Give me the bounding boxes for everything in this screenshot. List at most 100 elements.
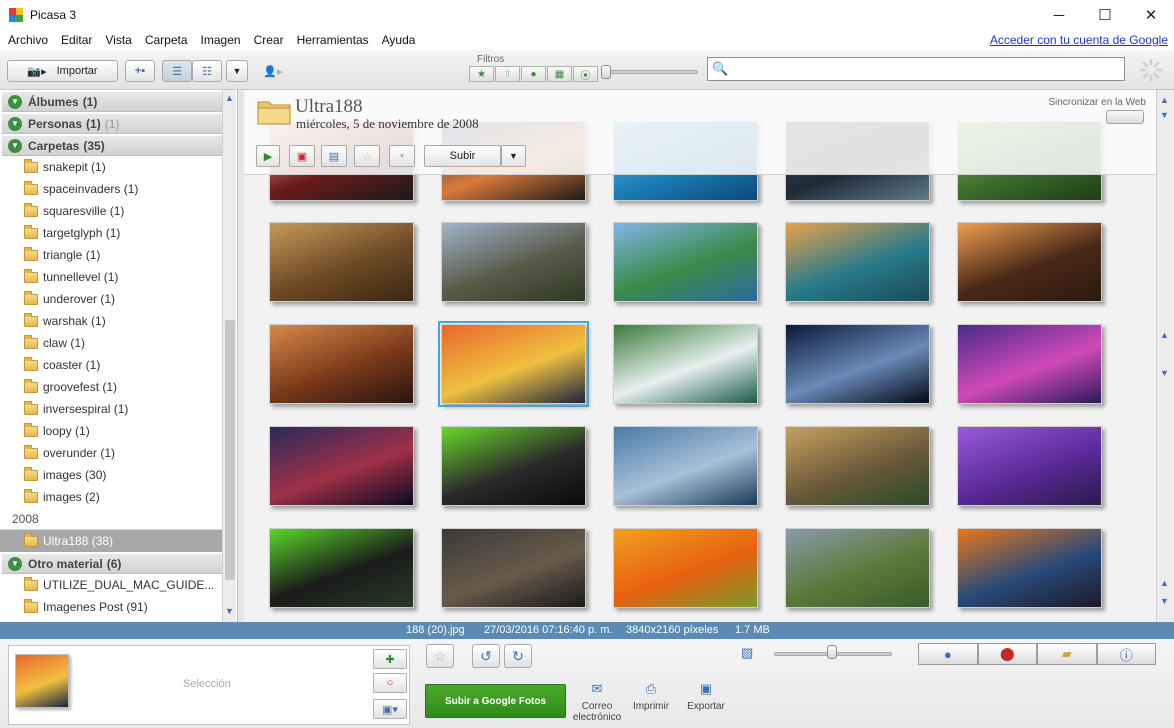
photo-thumbnail[interactable]: [957, 426, 1102, 506]
slideshow-play-button[interactable]: ▶: [256, 145, 280, 167]
photo-thumbnail[interactable]: [957, 222, 1102, 302]
menu-crear[interactable]: Crear: [254, 33, 284, 47]
scroll-up-icon[interactable]: ▲: [1160, 578, 1169, 588]
sidebar-folder-item[interactable]: UTILIZE_DUAL_MAC_GUIDE...: [0, 574, 222, 596]
filter-geotagged-button[interactable]: ⦿: [573, 66, 598, 82]
photo-thumbnail[interactable]: [441, 426, 586, 506]
filter-slider-track[interactable]: [604, 70, 698, 74]
save-album-button[interactable]: ▪: [389, 145, 415, 167]
rotate-right-button[interactable]: ↻: [504, 644, 532, 668]
scroll-up-icon[interactable]: ▲: [1160, 330, 1169, 340]
web-sync-toggle[interactable]: [1106, 110, 1144, 124]
places-tab[interactable]: ⬤: [977, 643, 1037, 665]
sidebar-folder-item[interactable]: overunder (1): [0, 442, 222, 464]
sidebar-folder-item[interactable]: squaresville (1): [0, 200, 222, 222]
main-scrollbar[interactable]: ▲ ▼ ▲ ▼ ▲ ▼: [1156, 90, 1174, 622]
photo-thumbnail[interactable]: [613, 324, 758, 404]
hold-selection-button[interactable]: ✚: [373, 649, 407, 669]
filter-uploaded-button[interactable]: ⇧: [495, 66, 520, 82]
people-tab[interactable]: ●: [918, 643, 978, 665]
view-options-dropdown[interactable]: ▼: [226, 60, 248, 82]
photo-thumbnail[interactable]: [613, 222, 758, 302]
rotate-left-button[interactable]: ↺: [472, 644, 500, 668]
filter-starred-button[interactable]: ★: [469, 66, 494, 82]
upload-google-photos-button[interactable]: Subir a Google Fotos: [425, 684, 566, 718]
add-to-album-tray-button[interactable]: ▣▾: [373, 699, 407, 719]
sidebar-folder-item[interactable]: triangle (1): [0, 244, 222, 266]
sidebar-folder-item[interactable]: loopy (1): [0, 420, 222, 442]
star-photo-button[interactable]: ☆: [426, 644, 454, 668]
sidebar-folder-item[interactable]: targetglyph (1): [0, 222, 222, 244]
collapse-toggle-icon[interactable]: ▼: [8, 116, 22, 131]
clear-selection-button[interactable]: ○: [373, 673, 407, 693]
search-input[interactable]: [730, 59, 1120, 79]
star-album-button[interactable]: ☆: [354, 145, 380, 167]
sidebar-folder-item[interactable]: images (2): [0, 486, 222, 508]
photo-thumbnail[interactable]: [785, 528, 930, 608]
collapse-toggle-icon[interactable]: ▼: [8, 94, 22, 109]
other-section-header[interactable]: ▼ Otro material (6): [2, 554, 222, 574]
menu-herramientas[interactable]: Herramientas: [297, 33, 369, 47]
scroll-up-icon[interactable]: ▲: [225, 93, 234, 103]
filter-slider-knob[interactable]: [601, 65, 611, 79]
upload-button[interactable]: Subir: [424, 145, 501, 167]
photo-thumbnail[interactable]: [957, 528, 1102, 608]
scroll-down-icon[interactable]: ▼: [1160, 596, 1169, 606]
albums-section-header[interactable]: ▼ Álbumes (1): [2, 92, 222, 112]
sidebar-folder-item[interactable]: images (30): [0, 464, 222, 486]
properties-tab[interactable]: ⓘ: [1096, 643, 1156, 665]
sidebar-folder-item[interactable]: tunnellevel (1): [0, 266, 222, 288]
filter-people-button[interactable]: ●: [521, 66, 546, 82]
view-list-button[interactable]: ☰: [162, 60, 192, 82]
photo-thumbnail[interactable]: [441, 528, 586, 608]
photo-thumbnail[interactable]: [441, 222, 586, 302]
selected-photo-thumbnail[interactable]: [15, 654, 69, 708]
add-to-album-button[interactable]: +▪: [125, 60, 155, 82]
export-button[interactable]: ▣ Exportar: [684, 682, 728, 712]
maximize-button[interactable]: ☐: [1082, 0, 1128, 30]
people-toolbar-button[interactable]: 👤▸: [256, 60, 290, 82]
scroll-up-icon[interactable]: ▲: [1160, 95, 1169, 105]
scroll-down-icon[interactable]: ▼: [1160, 110, 1169, 120]
sidebar-scrollbar[interactable]: ▲ ▼: [222, 90, 236, 622]
photo-thumbnail[interactable]: [269, 222, 414, 302]
sidebar-folder-item[interactable]: coaster (1): [0, 354, 222, 376]
photo-thumbnail[interactable]: [957, 324, 1102, 404]
sidebar-item-ultra188[interactable]: Ultra188 (38): [0, 530, 222, 552]
photo-thumbnail[interactable]: [269, 426, 414, 506]
view-tree-button[interactable]: ☷: [192, 60, 222, 82]
upload-options-dropdown[interactable]: ▼: [501, 145, 526, 167]
sidebar-folder-item[interactable]: Imagenes Post (91): [0, 596, 222, 618]
collapse-toggle-icon[interactable]: ▼: [8, 556, 22, 571]
sidebar-folder-item[interactable]: underover (1): [0, 288, 222, 310]
scroll-down-icon[interactable]: ▼: [1160, 368, 1169, 378]
movie-button[interactable]: ▤: [321, 145, 347, 167]
thumbnail-size-slider-knob[interactable]: [827, 645, 837, 659]
photo-thumbnail[interactable]: [613, 426, 758, 506]
scroll-down-icon[interactable]: ▼: [225, 606, 234, 616]
sidebar-folder-item[interactable]: warshak (1): [0, 310, 222, 332]
menu-carpeta[interactable]: Carpeta: [145, 33, 188, 47]
filter-videos-button[interactable]: ▦: [547, 66, 572, 82]
close-button[interactable]: ✕: [1128, 0, 1174, 30]
menu-archivo[interactable]: Archivo: [8, 33, 48, 47]
collapse-toggle-icon[interactable]: ▼: [8, 138, 22, 153]
menu-ayuda[interactable]: Ayuda: [382, 33, 416, 47]
sidebar-folder-item[interactable]: spaceinvaders (1): [0, 178, 222, 200]
menu-imagen[interactable]: Imagen: [201, 33, 241, 47]
folders-section-header[interactable]: ▼ Carpetas (35): [2, 136, 222, 156]
photo-thumbnail[interactable]: [269, 324, 414, 404]
photo-thumbnail[interactable]: [785, 222, 930, 302]
menu-vista[interactable]: Vista: [105, 33, 131, 47]
tags-tab[interactable]: ▰: [1037, 643, 1097, 665]
sidebar-scrollbar-thumb[interactable]: [225, 320, 235, 580]
photo-thumbnail[interactable]: [785, 324, 930, 404]
import-button[interactable]: 📷▸ Importar: [7, 60, 118, 82]
people-section-header[interactable]: ▼ Personas (1) (1): [2, 114, 222, 134]
email-button[interactable]: ✉ Correo electrónico: [570, 682, 624, 723]
photo-thumbnail[interactable]: [613, 528, 758, 608]
google-signin-link[interactable]: Acceder con tu cuenta de Google: [990, 33, 1168, 47]
minimize-button[interactable]: ─: [1036, 0, 1082, 30]
sidebar-folder-item[interactable]: groovefest (1): [0, 376, 222, 398]
sidebar-folder-item[interactable]: snakepit (1): [0, 156, 222, 178]
